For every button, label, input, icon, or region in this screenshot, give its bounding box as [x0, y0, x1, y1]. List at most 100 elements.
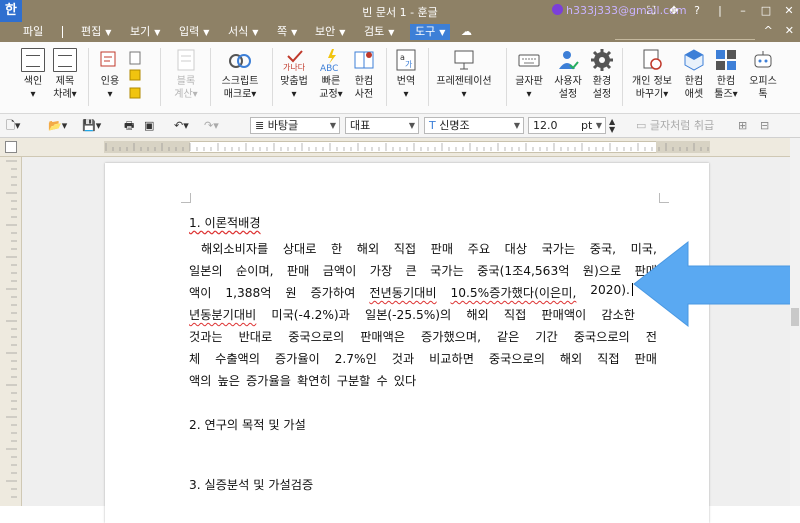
ribbon-label: 차례▾ [53, 89, 77, 100]
menu-edit-label: 편집 [81, 25, 102, 38]
ribbon-divider [506, 48, 507, 106]
paragraph-line[interactable]: 액이 1,388억 원 증가하여 전년동기대비 10.5%증가했다(이은미, 2020). [189, 283, 633, 301]
ribbon-quick-correct-button[interactable]: ABC 빠른 교정▾ [316, 48, 346, 101]
grid-icon[interactable]: ⊞ [738, 118, 747, 134]
ribbon-divider [88, 48, 89, 106]
tools-icon [714, 48, 738, 72]
menu-security-label: 보안 [315, 25, 336, 38]
move-button[interactable]: ✥ [667, 3, 681, 18]
checkbox-icon: ▭ [636, 119, 650, 132]
menu-view-label: 보기 [130, 25, 151, 38]
fullscreen-button[interactable]: ⛶ [644, 3, 658, 18]
ribbon-label: ▾ [107, 89, 113, 100]
ruler-toggle-button[interactable] [5, 141, 17, 153]
ribbon-citation-button[interactable]: 인용 ▾ [96, 48, 124, 101]
horizontal-ruler[interactable] [0, 138, 790, 157]
treat-as-char-toggle[interactable]: ▭ 글자처럼 취급 [636, 118, 714, 134]
ribbon-script-macro-button[interactable]: 스크립트 매크로▾ [216, 48, 264, 101]
language-select[interactable]: 대표 ▼ [345, 117, 419, 134]
ribbon-keyboard-button[interactable]: 글자판 ▾ [512, 48, 546, 101]
office-talk-icon [751, 48, 775, 72]
menu-search-input[interactable] [615, 26, 755, 40]
collapse-ribbon-button[interactable]: ^ [764, 24, 773, 37]
close-document-button[interactable]: ✕ [785, 24, 794, 37]
citation-tools-icon [129, 51, 141, 99]
ribbon-spellcheck-button[interactable]: 가나다 맞춤법 ▾ [276, 48, 312, 101]
table-grid-icon[interactable]: ⊟ [760, 118, 769, 134]
ribbon-divider [210, 48, 211, 106]
privacy-icon [640, 48, 664, 72]
paragraph-line[interactable]: 액의 높은 증가율을 확연히 구분할 수 있다 [189, 371, 657, 389]
translate-icon: a가 [394, 48, 418, 72]
style-select[interactable]: ≣ 바탕글 ▼ [250, 117, 340, 134]
ribbon-cite-tools[interactable] [126, 50, 148, 110]
menu-security[interactable]: 보안 ▼ [310, 24, 350, 40]
ribbon-label: 스크립트 [221, 76, 259, 87]
font-size-input[interactable]: 12.0 pt ▼ [528, 117, 606, 134]
new-document-icon[interactable]: 🗋▾ [6, 118, 20, 134]
chevron-down-icon: ▼ [105, 28, 112, 37]
document-page[interactable]: 1. 이론적배경 해외소비자를 상대로 한 해외 직접 판매 주요 대상 국가는 중국, 미국, 일… [105, 163, 709, 523]
undo-icon[interactable]: ↶▾ [174, 118, 189, 134]
menu-file[interactable]: 파일 [18, 24, 48, 40]
account-icon [552, 4, 563, 15]
close-button[interactable]: ✕ [782, 3, 796, 18]
section-heading[interactable]: 2. 연구의 목적 및 가설 [189, 415, 306, 433]
save-icon[interactable]: 💾▾ [82, 118, 101, 134]
ribbon-label: 톡 [758, 89, 768, 100]
vertical-scrollbar[interactable] [790, 138, 800, 506]
menu-insert[interactable]: 입력 ▼ [174, 24, 214, 40]
ribbon-label: 글자판 [515, 76, 543, 87]
section-heading[interactable]: 1. 이론적배경 [189, 213, 261, 231]
paragraph-line[interactable]: 것과는 반대로 중국으로의 판매액은 증가했으며, 같은 기간 중국으로의 전 [189, 327, 657, 345]
ribbon-privacy-button[interactable]: 개인 정보 바꾸기▾ [628, 48, 676, 101]
ribbon-preferences-button[interactable]: 환경 설정 [588, 48, 616, 101]
ribbon-index-button[interactable]: 색인 ▾ [20, 48, 46, 101]
menu-edit[interactable]: 편집 ▼ [76, 24, 116, 40]
spellcheck-icon: 가나다 [282, 48, 306, 72]
menu-format[interactable]: 서식 ▼ [223, 24, 263, 40]
chevron-down-icon: ▼ [513, 121, 520, 130]
ribbon-office-talk-button[interactable]: 오피스 톡 [746, 48, 780, 101]
maximize-button[interactable]: □ [759, 3, 773, 18]
ribbon-label: 빠른 [321, 76, 341, 87]
preview-icon[interactable]: ▣ [144, 118, 154, 134]
paragraph-line[interactable]: 체 수출액의 증가율이 2.7%인 것과 비교하면 중국으로의 해외 직접 판매 [189, 349, 657, 367]
paragraph-line[interactable]: 해외소비자를 상대로 한 해외 직접 판매 주요 대상 국가는 중국, 미국, [189, 239, 657, 257]
menu-view[interactable]: 보기 ▼ [125, 24, 165, 40]
menu-tools[interactable]: 도구 ▼ [410, 24, 451, 40]
ribbon-toc-button[interactable]: 제목 차례▾ [50, 48, 80, 101]
arrow-left-icon [633, 240, 799, 328]
open-folder-icon[interactable]: 📂▾ [48, 118, 67, 134]
page-corner-marker [181, 193, 191, 203]
table-of-contents-icon [53, 48, 77, 72]
ribbon-translate-button[interactable]: a가 번역 ▾ [392, 48, 420, 101]
ribbon-asset-button[interactable]: 한컴 애셋 [680, 48, 708, 101]
menu-tools-label: 도구 [415, 25, 436, 38]
menu-review[interactable]: 검토 ▼ [359, 24, 399, 40]
ribbon-dictionary-button[interactable]: 한컴 사전 [350, 48, 378, 101]
ribbon-label: 개인 정보 [632, 76, 672, 87]
paragraph-line[interactable]: 년동분기대비 미국(-4.2%)과 일본(-25.5%)의 해외 직접 판매액이 감소한 [189, 305, 635, 323]
ribbon-tools-button[interactable]: 한컴 툴즈▾ [710, 48, 742, 101]
ribbon-label: 한컴 [354, 76, 374, 87]
ribbon-user-settings-button[interactable]: 사용자 설정 [550, 48, 586, 101]
section-heading[interactable]: 3. 실증분석 및 가설검증 [189, 475, 313, 493]
paragraph-line[interactable]: 일본의 순이며, 판매 금액이 가장 큰 국가는 중국(1조4,563억 원)으로 판매 [189, 261, 657, 279]
user-settings-icon [556, 48, 580, 72]
print-icon[interactable]: 🖶 [124, 118, 134, 134]
redo-icon[interactable]: ↷▾ [204, 118, 219, 134]
menu-page[interactable]: 쪽 ▼ [272, 24, 302, 40]
minimize-button[interactable]: – [736, 3, 750, 18]
scrollbar-thumb[interactable] [791, 308, 799, 326]
help-button[interactable]: ? [690, 3, 704, 18]
ribbon-presentation-button[interactable]: 프레젠테이션 ▾ [432, 48, 496, 101]
ribbon-label: 사용자 [554, 76, 582, 87]
font-select[interactable]: T 신명조 ▼ [424, 117, 524, 134]
cloud-icon[interactable]: ☁ [456, 24, 477, 40]
font-size-stepper[interactable]: ▲ ▼ [609, 118, 615, 134]
ribbon-label: 설정 [592, 89, 612, 100]
vertical-ruler[interactable] [0, 157, 22, 506]
ribbon-block-calc-button[interactable]: 블록 계산▾ [168, 48, 204, 101]
chevron-down-icon: ▼ [408, 121, 415, 130]
